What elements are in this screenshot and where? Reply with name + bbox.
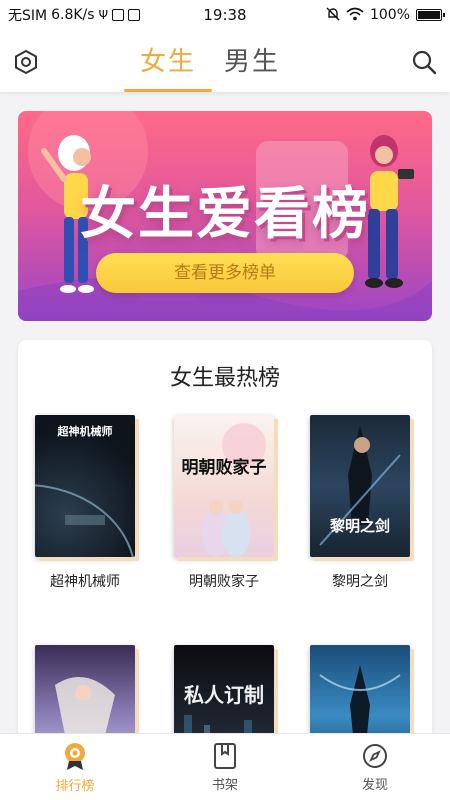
book-cover[interactable]: 明朝败家子 [174, 415, 274, 557]
book-title: 超神机械师 [50, 574, 120, 590]
book-item[interactable]: 超神机械师 超神机械师 [35, 415, 135, 591]
book-item[interactable]: 明朝败家子 明朝败家子 [174, 415, 274, 591]
view-more-rankings-button[interactable]: 查看更多榜单 [96, 253, 354, 293]
book-title: 黎明之剑 [332, 574, 388, 590]
cover-title-text: 明朝败家子 [181, 458, 267, 478]
section-title: 女生最热榜 [169, 366, 280, 391]
notification-app-icon [112, 9, 125, 21]
bottom-navigation: 排行榜 书架 发现 [0, 733, 450, 800]
cover-title-text: 私人订制 [184, 683, 264, 707]
nav-ranking[interactable]: 排行榜 [0, 734, 150, 800]
gender-tabs: 女生 男生 [123, 40, 280, 92]
book-item[interactable]: 黎明之剑 黎明之剑 [310, 415, 410, 591]
network-speed: 6.8K/s [51, 7, 95, 23]
nav-discover[interactable]: 发现 [300, 734, 450, 800]
top-header: 女生 男生 [0, 30, 450, 92]
nav-ranking-label: 排行榜 [55, 778, 95, 794]
mute-bell-icon [326, 7, 340, 23]
book-title: 明朝败家子 [189, 574, 259, 590]
search-icon[interactable] [410, 48, 438, 76]
hot-ranking-card: 女生最热榜 超神机械师 超神机械师 明朝败家子 明朝败家子 黎明之剑 黎明之剑 … [18, 340, 432, 787]
status-left: 无SIM 6.8K/s Ψ [8, 5, 326, 25]
cover-art [202, 423, 266, 557]
usb-icon: Ψ [98, 8, 109, 22]
checkbox-notification-icon [128, 9, 141, 21]
battery-icon [416, 9, 445, 21]
nav-discover-label: 发现 [361, 777, 388, 793]
book-cover[interactable]: 超神机械师 [35, 415, 135, 557]
ranking-medal-icon [65, 742, 85, 770]
nav-bookshelf-label: 书架 [211, 777, 238, 793]
compass-icon [363, 743, 387, 768]
book-cover[interactable]: 黎明之剑 [310, 415, 410, 557]
cover-title-text: 黎明之剑 [329, 517, 390, 535]
status-right: 100% [326, 7, 445, 23]
bookshelf-icon [214, 742, 236, 769]
nav-bookshelf[interactable]: 书架 [150, 734, 300, 800]
hexagon-settings-icon[interactable] [12, 48, 40, 76]
carrier-text: 无SIM [8, 8, 48, 24]
tab-female[interactable]: 女生 [123, 40, 213, 92]
wifi-icon [346, 7, 364, 23]
battery-percent: 100% [369, 7, 410, 23]
tab-male[interactable]: 男生 [224, 40, 280, 84]
ranking-banner[interactable]: 女生爱看榜 查看更多榜单 [18, 111, 432, 321]
cover-title-text: 超神机械师 [57, 425, 113, 438]
status-bar: 无SIM 6.8K/s Ψ 19:38 100% [0, 0, 450, 30]
banner-title: 女生爱看榜 [80, 182, 370, 247]
